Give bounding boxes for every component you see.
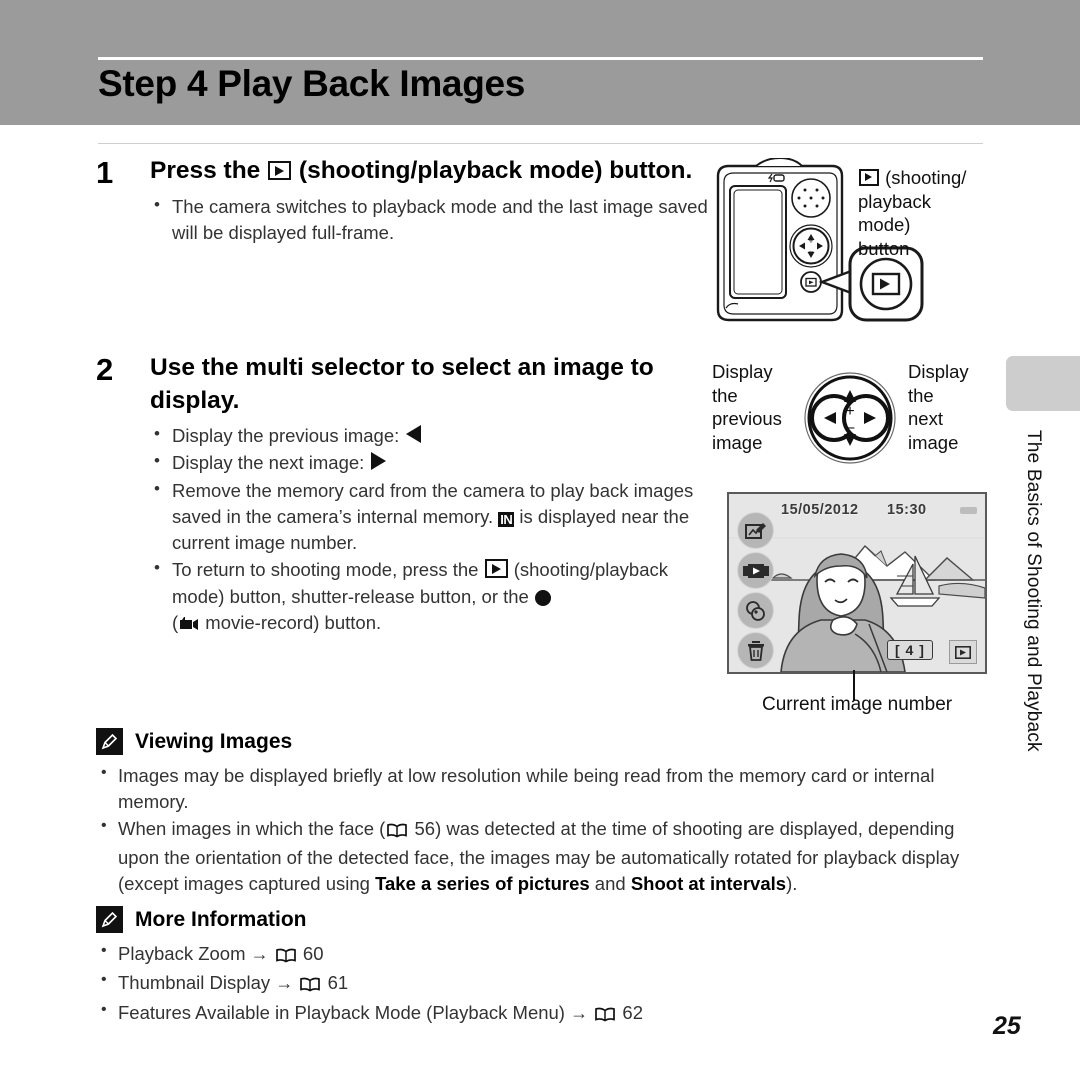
book-page-icon bbox=[275, 944, 296, 970]
filter-effects-icon[interactable] bbox=[737, 592, 774, 629]
camera-callout-line-2: playback mode) bbox=[858, 190, 932, 236]
camera-callout-line-1-text: (shooting/ bbox=[885, 167, 967, 188]
filmstrip-icon[interactable] bbox=[737, 552, 774, 589]
battery-icon bbox=[960, 507, 977, 514]
step-2-bullet-4: To return to shooting mode, press the (s… bbox=[150, 556, 716, 639]
svg-text:+: + bbox=[845, 403, 854, 420]
delete-icon[interactable] bbox=[737, 632, 774, 669]
note-viewing-images-bullet-2: When images in which the face ( 56) was … bbox=[96, 815, 986, 898]
step-2: 2 Use the multi selector to select an im… bbox=[96, 352, 716, 640]
camera-callout-text: (shooting/ playback mode) button bbox=[858, 166, 988, 261]
step-1-heading: Press the (shooting/playback mode) butto… bbox=[150, 155, 716, 188]
note-face-bold-2: Shoot at intervals bbox=[630, 873, 787, 895]
manual-page: Step 4 Play Back Images 1 Press the (sho… bbox=[0, 0, 1080, 1080]
playback-button-icon bbox=[859, 169, 879, 186]
more-info-link-3[interactable]: Features Available in Playback Mode (Pla… bbox=[96, 999, 986, 1029]
step-2-bullet-4-post: movie-record) button. bbox=[200, 612, 382, 634]
book-page-icon bbox=[595, 1003, 616, 1029]
page-number: 25 bbox=[993, 1012, 1021, 1040]
step-2-bullet-1-text: Display the previous image: bbox=[172, 425, 405, 447]
note-face-and: and bbox=[589, 873, 631, 895]
lcd-caption: Current image number bbox=[762, 694, 953, 715]
lcd-time: 15:30 bbox=[887, 502, 927, 518]
lcd-screen-figure: 15/05/2012 15:30 [ 4 ] bbox=[727, 492, 987, 674]
record-dot-icon bbox=[535, 589, 551, 606]
arrow-right-icon: → bbox=[570, 1002, 589, 1023]
left-arrow-icon bbox=[406, 425, 422, 444]
step-1: 1 Press the (shooting/playback mode) but… bbox=[96, 155, 716, 247]
more-info-link-3-label: Features Available in Playback Mode (Pla… bbox=[118, 1001, 565, 1023]
step-2-bullet-1: Display the previous image: bbox=[150, 422, 716, 449]
camera-callout-line-3: button bbox=[858, 238, 910, 260]
step-2-bullet-3: Remove the memory card from the camera t… bbox=[150, 477, 716, 557]
playback-mode-indicator-icon bbox=[949, 640, 977, 664]
step-2-bullet-2-text: Display the next image: bbox=[172, 452, 370, 474]
multiselector-dial-figure: + – bbox=[800, 368, 900, 473]
more-info-link-1-label: Playback Zoom bbox=[118, 943, 246, 964]
step-2-bullets: Display the previous image: Display the … bbox=[150, 422, 716, 639]
note-viewing-images-header: Viewing Images bbox=[96, 728, 986, 755]
more-info-link-1-page: 60 bbox=[302, 943, 324, 964]
page-title: Step 4 Play Back Images bbox=[98, 63, 526, 104]
header-white-rule bbox=[98, 57, 983, 60]
chapter-tab-label: The Basics of Shooting and Playback bbox=[1023, 430, 1044, 752]
note-face-post: ). bbox=[786, 873, 798, 895]
note-viewing-images-title: Viewing Images bbox=[135, 729, 293, 753]
svg-text:+: + bbox=[808, 236, 813, 246]
step-2-bullet-2: Display the next image: bbox=[150, 449, 716, 476]
note-face-pre: When images in which the face ( bbox=[118, 817, 386, 839]
quick-retouch-icon[interactable] bbox=[737, 512, 774, 549]
step-2-bullet-4-pre: To return to shooting mode, press the bbox=[172, 559, 484, 581]
header-bottom-rule bbox=[98, 143, 983, 144]
note-more-information-title: More Information bbox=[135, 907, 307, 931]
arrow-right-icon: → bbox=[250, 944, 269, 964]
multiselector-right-line-4: image bbox=[908, 432, 959, 454]
step-1-heading-pre: Press the bbox=[150, 157, 268, 184]
arrow-right-icon: → bbox=[275, 973, 294, 994]
more-info-link-2-label: Thumbnail Display bbox=[118, 972, 271, 994]
book-page-icon bbox=[300, 973, 321, 999]
more-info-link-3-page: 62 bbox=[622, 1001, 643, 1023]
multiselector-right-line-2: the bbox=[908, 384, 934, 406]
note-face-bold-1: Take a series of pictures bbox=[375, 873, 590, 895]
multiselector-dial-illustration: + – bbox=[804, 372, 896, 464]
more-info-link-1[interactable]: Playback Zoom → 60 bbox=[96, 940, 986, 970]
playback-button-icon bbox=[268, 161, 292, 180]
more-info-link-2[interactable]: Thumbnail Display → 61 bbox=[96, 969, 986, 999]
step-1-bullets: The camera switches to playback mode and… bbox=[150, 193, 716, 247]
playback-button-icon bbox=[484, 559, 508, 579]
camera-callout-line-1: (shooting/ bbox=[858, 166, 988, 190]
multiselector-right-caption: Display the next image bbox=[908, 360, 1008, 455]
pencil-note-icon bbox=[96, 906, 123, 933]
right-arrow-icon bbox=[371, 452, 387, 471]
multiselector-right-line-3: next bbox=[908, 408, 943, 430]
note-more-information-header: More Information bbox=[96, 906, 986, 933]
more-info-link-2-page: 61 bbox=[327, 972, 349, 994]
note-viewing-images-bullet-1: Images may be displayed briefly at low r… bbox=[96, 762, 986, 816]
note-viewing-images: Viewing Images Images may be displayed b… bbox=[96, 728, 986, 897]
step-1-bullet-1: The camera switches to playback mode and… bbox=[150, 193, 716, 247]
multiselector-right-line-1: Display bbox=[908, 361, 969, 382]
svg-text:–: – bbox=[846, 419, 855, 436]
step-1-number: 1 bbox=[96, 155, 114, 190]
step-2-bullet-4-paren: ( bbox=[172, 612, 179, 634]
step-1-heading-post: (shooting/playback mode) button. bbox=[292, 157, 693, 184]
step-2-heading: Use the multi selector to select an imag… bbox=[150, 354, 654, 414]
internal-memory-icon: IN bbox=[498, 511, 515, 527]
svg-text:–: – bbox=[808, 246, 813, 256]
lcd-date: 15/05/2012 bbox=[781, 502, 859, 518]
note-more-information: More Information Playback Zoom → 60 Thum… bbox=[96, 906, 986, 1029]
book-page-icon bbox=[387, 819, 408, 845]
movie-record-icon bbox=[179, 613, 199, 639]
pencil-note-icon bbox=[96, 728, 123, 755]
current-image-number: [ 4 ] bbox=[887, 640, 933, 660]
chapter-tab bbox=[1006, 356, 1080, 411]
step-2-number: 2 bbox=[96, 352, 114, 387]
